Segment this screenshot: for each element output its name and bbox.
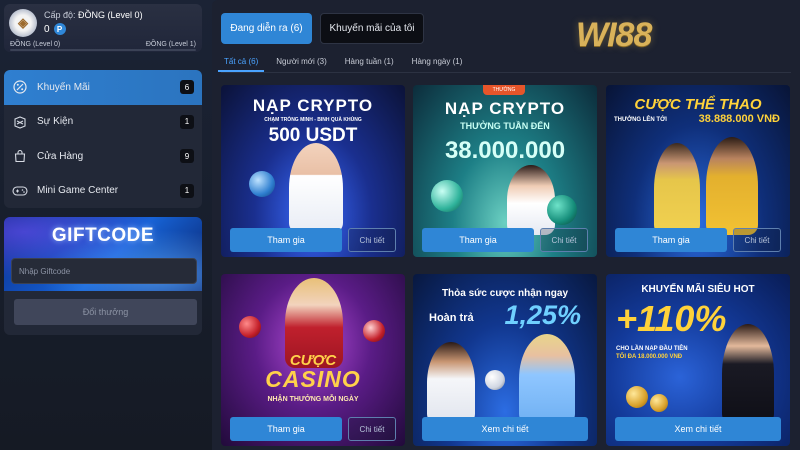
- view-detail-button[interactable]: Xem chi tiết: [422, 417, 588, 441]
- tab-my-promotions[interactable]: Khuyến mãi của tôi: [320, 13, 424, 44]
- tether-coin-icon: [431, 180, 463, 212]
- promo-amount: 500 USDT: [268, 125, 358, 146]
- promo-player-image: [519, 334, 575, 424]
- promo-title: KHUYẾN MÃI SIÊU HOT: [641, 284, 755, 295]
- sidebar-item-label: Sự Kiện: [37, 116, 74, 128]
- sidebar-item-mini-game-center[interactable]: Mini Game Center 1: [4, 174, 202, 209]
- sidebar-item-shop[interactable]: Cửa Hàng 9: [4, 139, 202, 174]
- detail-button[interactable]: Chi tiết: [348, 228, 396, 252]
- tab-ongoing[interactable]: Đang diễn ra (6): [221, 13, 312, 44]
- filter-subtabs: Tất cả (6) Người mới (3) Hàng tuần (1) H…: [217, 57, 463, 72]
- level-from: ĐỒNG (Level 0): [10, 41, 61, 48]
- promo-card-sports[interactable]: CƯỢC THỂ THAO THƯỞNG LÊN TỚI 38.888.000 …: [606, 85, 790, 257]
- level-progress-bar: [10, 49, 196, 51]
- subtab-daily[interactable]: Hàng ngày (1): [412, 57, 463, 72]
- event-icon: [12, 114, 28, 130]
- promo-card-cashback[interactable]: Thỏa sức cược nhận ngay Hoàn trả 1,25% X…: [413, 274, 597, 446]
- subtabs-divider: [221, 72, 791, 73]
- subtab-all[interactable]: Tất cả (6): [217, 57, 265, 72]
- promo-model-image: [289, 143, 343, 233]
- promo-player-image: [427, 342, 475, 424]
- giftcode-panel: GIFTCODE Đổi thưởng: [4, 217, 202, 335]
- points-coin-icon: P: [53, 23, 66, 35]
- level-medal-icon: ◈: [9, 9, 37, 37]
- brand-logo: WI88: [576, 16, 652, 54]
- percent-icon: [12, 79, 28, 95]
- level-value: ĐỒNG (Level 0): [78, 10, 143, 20]
- join-button[interactable]: Tham gia: [230, 417, 342, 441]
- promo-amount: 1,25%: [504, 300, 581, 330]
- gold-coin-icon: [650, 394, 668, 412]
- promo-amount: 38.888.000 VNĐ: [698, 113, 780, 125]
- coin-icon: [249, 171, 275, 197]
- football-icon: [485, 370, 505, 390]
- sidebar-item-label: Cửa Hàng: [37, 150, 84, 162]
- promo-amount: 38.000.000: [444, 137, 566, 164]
- sidebar-item-count: 1: [180, 183, 194, 198]
- gamepad-icon: [12, 183, 28, 199]
- join-button[interactable]: Tham gia: [615, 228, 727, 252]
- sidebar-item-promotions[interactable]: Khuyến Mãi 6: [4, 70, 202, 105]
- detail-button[interactable]: Chi tiết: [733, 228, 781, 252]
- sidebar-menu: Khuyến Mãi 6 Sự Kiện 1 Cửa Hàng 9 Mini G…: [4, 70, 202, 208]
- giftcode-title: GIFTCODE: [51, 225, 155, 246]
- sidebar-item-count: 6: [180, 80, 194, 95]
- level-to: ĐỒNG (Level 1): [145, 41, 196, 48]
- promo-tag: THƯỞNG: [483, 85, 525, 95]
- promo-card-crypto-500[interactable]: NẠP CRYPTO CHẠM TRÒNG MINH - BINH QUÀ KH…: [221, 85, 405, 257]
- points-display: 0 P: [44, 23, 66, 35]
- join-button[interactable]: Tham gia: [230, 228, 342, 252]
- promo-player-image: [654, 143, 700, 235]
- view-detail-button[interactable]: Xem chi tiết: [615, 417, 781, 441]
- subtab-weekly[interactable]: Hàng tuần (1): [345, 57, 394, 72]
- sidebar-item-events[interactable]: Sự Kiện 1: [4, 105, 202, 140]
- redeem-button[interactable]: Đổi thưởng: [14, 299, 197, 325]
- gold-coin-icon: [626, 386, 648, 408]
- promo-card-first-deposit[interactable]: KHUYẾN MÃI SIÊU HOT +110% CHO LẦN NẠP ĐẦ…: [606, 274, 790, 446]
- promo-player-image: [706, 137, 758, 235]
- promo-title: CƯỢC THỂ THAO: [634, 96, 762, 113]
- promo-title: NẠP CRYPTO: [252, 96, 374, 115]
- promo-title-casino: CASINO: [265, 366, 361, 392]
- promo-subtitle: CHO LẦN NẠP ĐẦU TIÊN: [616, 346, 688, 352]
- sidebar-item-label: Mini Game Center: [37, 185, 119, 197]
- tether-coin-icon: [547, 195, 577, 225]
- level-title: Cấp độ: ĐỒNG (Level 0): [44, 10, 143, 20]
- level-card: ◈ Cấp độ: ĐỒNG (Level 0) 0 P ĐỒNG (Level…: [4, 4, 202, 52]
- sidebar-item-label: Khuyến Mãi: [37, 81, 90, 93]
- promo-subtitle: CHẠM TRÒNG MINH - BINH QUÀ KHỦNG: [264, 117, 362, 123]
- promo-model-image: [507, 165, 555, 235]
- join-button[interactable]: Tham gia: [422, 228, 534, 252]
- giftcode-input[interactable]: [11, 258, 197, 284]
- casino-chip-icon: [239, 316, 261, 338]
- shop-bag-icon: [12, 148, 28, 164]
- promo-amount: +110%: [616, 298, 727, 339]
- promo-title: NẠP CRYPTO: [444, 99, 566, 118]
- promo-subtitle: THƯỞNG TUẦN ĐẾN: [460, 121, 550, 131]
- promo-title: Thỏa sức cược nhận ngay: [441, 288, 569, 299]
- promo-card-casino[interactable]: CƯỢC CASINO NHẬN THƯỞNG MỖI NGÀY Tham gi…: [221, 274, 405, 446]
- casino-chip-icon: [363, 320, 385, 342]
- promo-card-crypto-weekly[interactable]: THƯỞNG NẠP CRYPTO THƯỞNG TUẦN ĐẾN 38.000…: [413, 85, 597, 257]
- points-value: 0: [44, 23, 50, 35]
- promo-max-amount: TỐI ĐA 18.000.000 VNĐ: [616, 354, 683, 360]
- main-panel: Đang diễn ra (6) Khuyến mãi của tôi WI88…: [212, 0, 800, 450]
- detail-button[interactable]: Chi tiết: [348, 417, 396, 441]
- subtab-new-user[interactable]: Người mới (3): [276, 57, 327, 72]
- sidebar-item-count: 1: [180, 114, 194, 129]
- level-label: Cấp độ:: [44, 10, 76, 20]
- level-progress-labels: ĐỒNG (Level 0) ĐỒNG (Level 1): [10, 41, 196, 48]
- detail-button[interactable]: Chi tiết: [540, 228, 588, 252]
- promo-subtitle: NHẬN THƯỞNG MỖI NGÀY: [267, 396, 359, 403]
- sidebar-item-count: 9: [180, 149, 194, 164]
